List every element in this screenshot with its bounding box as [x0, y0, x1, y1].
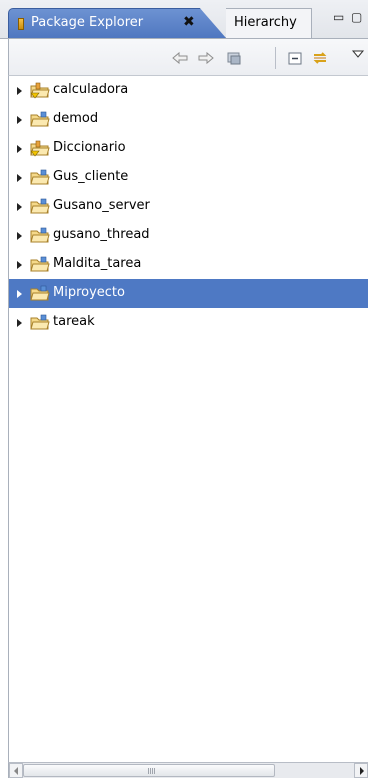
java-project-warning-icon [30, 82, 50, 99]
tree-item-label: Maldita_tarea [53, 256, 142, 271]
toolbar-separator [275, 47, 276, 69]
go-into-icon[interactable] [225, 49, 243, 67]
expand-arrow-icon[interactable] [17, 290, 22, 298]
tree-item-label: demod [53, 111, 99, 126]
tree-item-label: calculadora [53, 82, 129, 97]
tree-item-demod[interactable]: demod [9, 105, 368, 134]
java-project-icon [30, 314, 50, 330]
expand-arrow-icon[interactable] [17, 203, 22, 211]
link-with-editor-icon[interactable] [311, 49, 329, 67]
tab-package-explorer[interactable]: Package Explorer ✖ [8, 8, 226, 38]
java-project-icon [30, 256, 50, 272]
expand-arrow-icon[interactable] [17, 232, 22, 240]
java-project-icon [30, 111, 50, 127]
grip-icon [148, 768, 156, 774]
view-toolbar [8, 39, 368, 76]
java-project-icon [30, 227, 50, 243]
expand-arrow-icon[interactable] [17, 319, 22, 327]
tree-item-diccionario[interactable]: Diccionario [9, 134, 368, 163]
expand-arrow-icon[interactable] [17, 261, 22, 269]
horizontal-scrollbar[interactable] [8, 762, 368, 778]
tree-item-label: Gusano_server [53, 198, 150, 213]
tree-item-calculadora[interactable]: calculadora [9, 76, 368, 105]
expand-arrow-icon[interactable] [17, 87, 22, 95]
tab-hierarchy-label: Hierarchy [234, 15, 297, 30]
tree-item-gus-cliente[interactable]: Gus_cliente [9, 163, 368, 192]
tree-item-label: gusano_thread [53, 227, 150, 242]
tree-item-label: Miproyecto [53, 285, 125, 300]
view-tab-bar: Package Explorer ✖ Hierarchy ▭ ▢ [0, 0, 368, 39]
tree-item-label: Gus_cliente [53, 169, 129, 184]
tree-item-gusano-thread[interactable]: gusano_thread [9, 221, 368, 250]
tree-item-miproyecto[interactable]: Miproyecto [9, 279, 368, 308]
java-project-icon [30, 169, 50, 185]
java-project-icon [30, 198, 50, 214]
expand-arrow-icon[interactable] [17, 116, 22, 124]
project-tree: calculadora demod Diccionario Gus_client… [8, 76, 368, 762]
tree-item-gusano-server[interactable]: Gusano_server [9, 192, 368, 221]
minimize-icon[interactable]: ▭ [333, 10, 344, 24]
java-project-icon [30, 285, 50, 301]
tab-package-explorer-label: Package Explorer [31, 15, 144, 30]
forward-icon[interactable] [197, 49, 215, 67]
close-icon[interactable]: ✖ [183, 14, 195, 30]
tree-item-maldita-tarea[interactable]: Maldita_tarea [9, 250, 368, 279]
scrollbar-thumb[interactable] [23, 764, 275, 777]
tree-item-label: Diccionario [53, 140, 126, 155]
scroll-right-icon[interactable] [354, 763, 368, 778]
expand-arrow-icon[interactable] [17, 174, 22, 182]
expand-arrow-icon[interactable] [17, 145, 22, 153]
java-project-warning-icon [30, 140, 50, 157]
tree-item-tareak[interactable]: tareak [9, 308, 368, 337]
scroll-left-icon[interactable] [9, 763, 23, 778]
back-icon[interactable] [171, 49, 189, 67]
tree-item-label: tareak [53, 314, 95, 329]
maximize-icon[interactable]: ▢ [351, 10, 362, 24]
tab-hierarchy[interactable]: Hierarchy [226, 8, 312, 38]
view-menu-icon[interactable] [349, 45, 367, 63]
package-explorer-icon [18, 18, 24, 30]
collapse-all-icon[interactable] [286, 49, 304, 67]
